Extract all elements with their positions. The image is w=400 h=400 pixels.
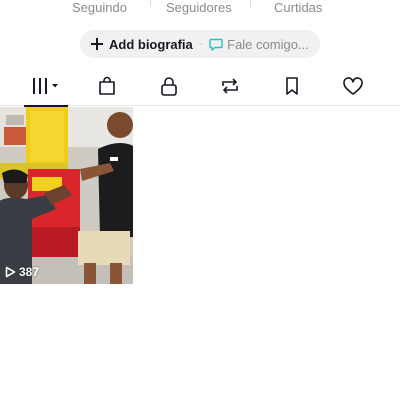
stat-divider [250,0,251,7]
add-bio-button[interactable]: Add biografia [109,37,193,52]
followers-label[interactable]: Seguidores [166,0,232,17]
play-icon [5,266,16,278]
tab-private[interactable] [149,66,189,106]
likes-label[interactable]: Curtidas [274,0,322,17]
reposts-icon [219,75,241,97]
bio-bar: Add biografia · Fale comigo... [80,30,320,58]
profile-tabs [0,66,400,107]
tab-videos[interactable] [24,66,68,107]
shop-bag-icon [96,75,118,97]
favorites-bookmark-icon [281,75,303,97]
tab-shop[interactable] [87,66,127,106]
chat-bubble-icon [209,37,223,51]
tab-liked[interactable] [333,66,373,106]
tab-favorites[interactable] [272,66,312,106]
view-count: 387 [5,265,39,279]
profile-stats: Seguindo Seguidores Curtidas [0,0,400,22]
following-label[interactable]: Seguindo [72,0,127,17]
videos-grid-icon [31,76,61,96]
stat-divider [150,0,151,7]
tab-reposts[interactable] [210,66,250,106]
plus-icon[interactable] [91,38,103,50]
liked-heart-icon [342,75,364,97]
video-thumbnail-image [0,107,133,284]
contact-button[interactable]: Fale comigo... [227,37,309,52]
bio-separator: · [199,38,204,50]
private-lock-icon [158,75,180,97]
video-thumbnail[interactable]: 387 [0,107,133,284]
view-count-value: 387 [19,265,40,279]
